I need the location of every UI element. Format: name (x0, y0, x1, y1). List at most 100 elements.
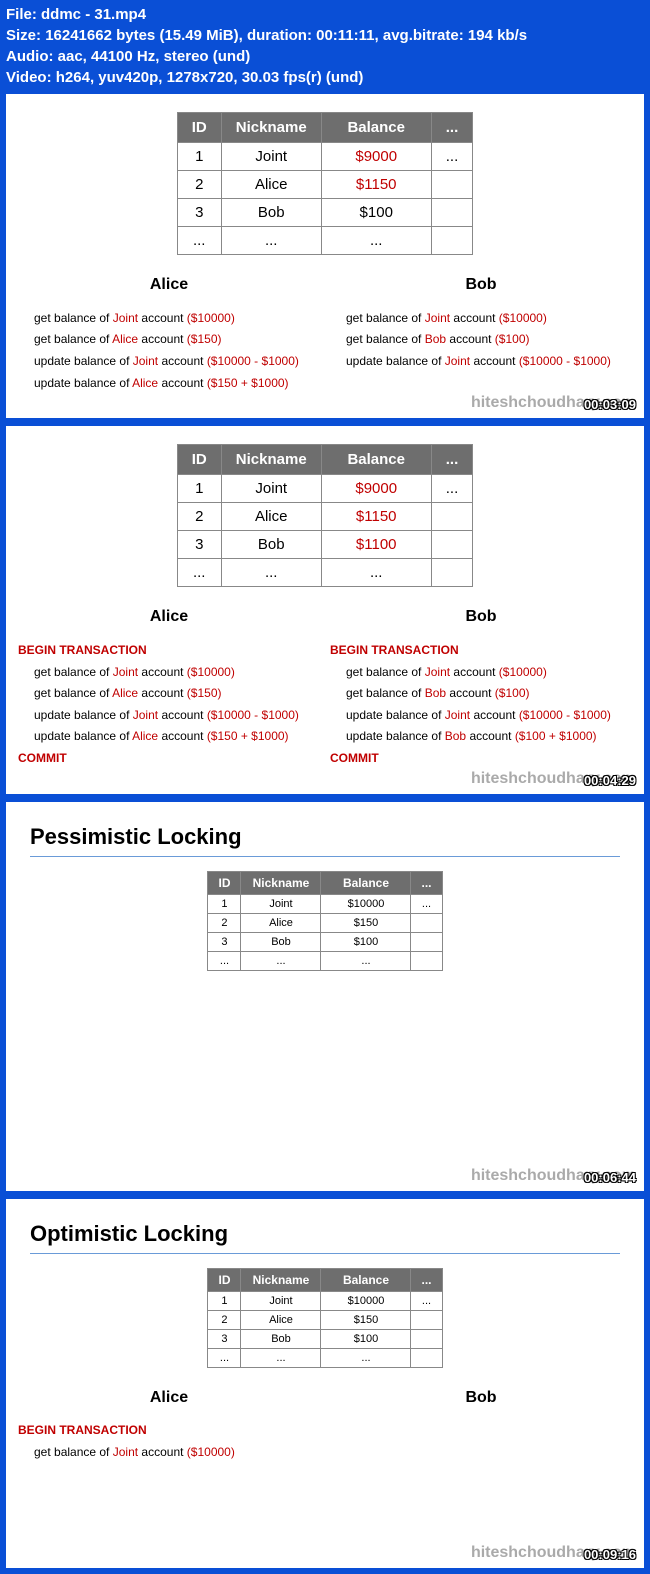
cell: ... (177, 559, 221, 587)
col-header: ID (177, 113, 221, 143)
cell: ... (321, 1348, 411, 1367)
cell: Bob (221, 199, 321, 227)
cell: Alice (241, 913, 321, 932)
cell: ... (177, 227, 221, 255)
divider (30, 1253, 620, 1254)
timestamp: 00:04:29 (584, 773, 636, 788)
cell: Joint (241, 894, 321, 913)
col-header: Nickname (221, 113, 321, 143)
cell (431, 171, 473, 199)
table-row: 3Bob$1100 (177, 531, 473, 559)
video-value: h264, yuv420p, 1278x720, 30.03 fps(r) (u… (56, 69, 364, 86)
op-line: get balance of Alice account ($150) (34, 329, 320, 351)
begin-transaction: BEGIN TRANSACTION (18, 1420, 320, 1442)
op-line: get balance of Bob account ($100) (346, 329, 632, 351)
section-title: Pessimistic Locking (30, 824, 632, 850)
cell: ... (208, 951, 241, 970)
cell: $10000 (321, 1291, 411, 1310)
table-row: ......... (177, 227, 473, 255)
audio-label: Audio: (6, 48, 53, 65)
audio-value: aac, 44100 Hz, stereo (und) (58, 48, 251, 65)
cell: ... (411, 894, 442, 913)
timestamp: 00:03:09 (584, 397, 636, 412)
table-row: 1Joint$10000... (208, 894, 442, 913)
cell: ... (431, 143, 473, 171)
video-label: Video: (6, 69, 52, 86)
op-line: update balance of Joint account ($10000 … (34, 351, 320, 373)
cell: Bob (241, 1329, 321, 1348)
cell: $9000 (321, 475, 431, 503)
cell (431, 531, 473, 559)
cell: $100 (321, 1329, 411, 1348)
cell: 2 (208, 913, 241, 932)
op-line: update balance of Joint account ($10000 … (346, 705, 632, 727)
cell (411, 1348, 442, 1367)
cell: Joint (241, 1291, 321, 1310)
cell (411, 1329, 442, 1348)
cell: 1 (177, 475, 221, 503)
size-label: Size: (6, 27, 41, 44)
table-row: 1Joint$9000... (177, 143, 473, 171)
timestamp: 00:09:16 (584, 1547, 636, 1562)
divider (30, 856, 620, 857)
bob-title: Bob (330, 603, 632, 632)
table-row: 2Alice$150 (208, 1310, 442, 1329)
table-row: 1Joint$9000... (177, 475, 473, 503)
col-header: Balance (321, 113, 431, 143)
cell: 1 (208, 1291, 241, 1310)
table-row: 2Alice$1150 (177, 171, 473, 199)
accounts-table: IDNicknameBalance... 1Joint$9000...2Alic… (177, 444, 474, 587)
cell: Alice (221, 171, 321, 199)
cell: 3 (177, 531, 221, 559)
cell: ... (208, 1348, 241, 1367)
accounts-table: IDNicknameBalance... 1Joint$9000...2Alic… (177, 112, 474, 255)
op-line: get balance of Joint account ($10000) (34, 1442, 320, 1464)
col-header: ... (411, 871, 442, 894)
cell: ... (321, 951, 411, 970)
cell (411, 913, 442, 932)
cell: ... (221, 559, 321, 587)
col-header: ... (431, 113, 473, 143)
op-line: update balance of Bob account ($100 + $1… (346, 726, 632, 748)
op-line: get balance of Bob account ($100) (346, 683, 632, 705)
table-row: ......... (177, 559, 473, 587)
table-row: 2Alice$150 (208, 913, 442, 932)
commit: COMMIT (330, 748, 632, 770)
cell: ... (241, 951, 321, 970)
cell (431, 227, 473, 255)
op-line: update balance of Alice account ($150 + … (34, 726, 320, 748)
col-header: Balance (321, 1268, 411, 1291)
frame-3: Pessimistic Locking IDNicknameBalance...… (4, 800, 646, 1193)
op-line: get balance of Joint account ($10000) (34, 308, 320, 330)
commit: COMMIT (18, 748, 320, 770)
cell (431, 559, 473, 587)
op-line: get balance of Joint account ($10000) (346, 662, 632, 684)
bob-title: Bob (330, 271, 632, 300)
alice-title: Alice (18, 271, 320, 300)
op-line: update balance of Joint account ($10000 … (34, 705, 320, 727)
cell: Alice (241, 1310, 321, 1329)
cell: 1 (208, 894, 241, 913)
col-header: ... (431, 445, 473, 475)
cell (411, 932, 442, 951)
col-header: ... (411, 1268, 442, 1291)
cell (411, 951, 442, 970)
col-header: Nickname (241, 871, 321, 894)
table-row: 1Joint$10000... (208, 1291, 442, 1310)
cell: $100 (321, 932, 411, 951)
col-header: ID (177, 445, 221, 475)
frame-4: Optimistic Locking IDNicknameBalance... … (4, 1197, 646, 1570)
begin-transaction: BEGIN TRANSACTION (330, 640, 632, 662)
op-line: get balance of Joint account ($10000) (346, 308, 632, 330)
timestamp: 00:06:44 (584, 1170, 636, 1185)
col-header: Nickname (221, 445, 321, 475)
cell: ... (241, 1348, 321, 1367)
bob-title: Bob (330, 1384, 632, 1413)
frame-1: IDNicknameBalance... 1Joint$9000...2Alic… (4, 92, 646, 420)
cell: Joint (221, 475, 321, 503)
file-value: ddmc - 31.mp4 (41, 6, 146, 23)
cell: ... (221, 227, 321, 255)
cell: $1150 (321, 171, 431, 199)
cell: 3 (177, 199, 221, 227)
begin-transaction: BEGIN TRANSACTION (18, 640, 320, 662)
